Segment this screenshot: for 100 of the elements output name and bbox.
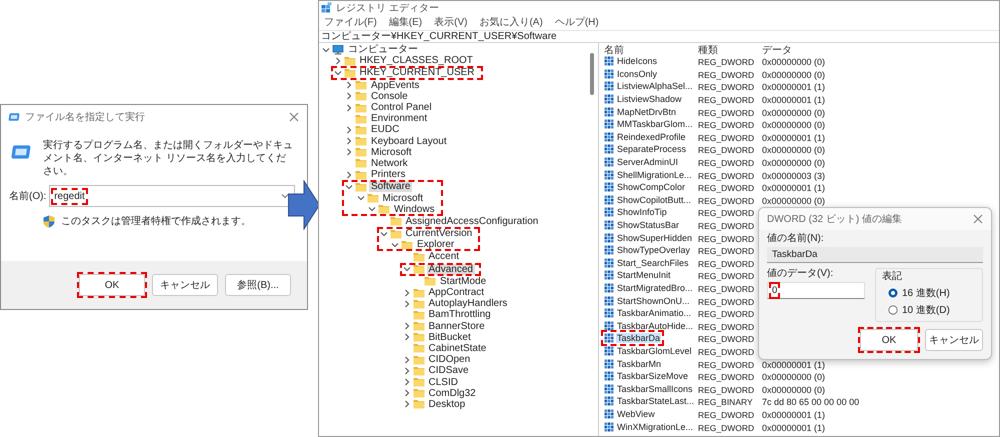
value-name[interactable]: TaskbarAutoHide... bbox=[616, 320, 694, 331]
chevron-right-icon[interactable] bbox=[402, 288, 410, 297]
tree-item[interactable]: Windows bbox=[392, 204, 437, 215]
tree-item[interactable]: Printers bbox=[369, 169, 408, 180]
tree-item[interactable]: BitBucket bbox=[426, 332, 473, 343]
tree-item[interactable]: Control Panel bbox=[369, 102, 434, 114]
radio-button[interactable]: 10 進数(D) bbox=[888, 303, 976, 317]
chevron-right-icon[interactable] bbox=[402, 322, 410, 330]
chevron-down-icon[interactable] bbox=[356, 194, 364, 202]
column-header[interactable]: 種類 bbox=[698, 43, 762, 56]
menu-item[interactable]: 表示(V) bbox=[434, 15, 468, 29]
value-name[interactable]: SeparateProcess bbox=[616, 144, 688, 154]
value-name[interactable]: ShowStatusBar bbox=[616, 220, 680, 230]
chevron-down-icon[interactable] bbox=[380, 230, 388, 238]
tree-item[interactable]: HKEY_CURRENT_USER bbox=[358, 67, 477, 78]
column-header[interactable]: 名前 bbox=[604, 43, 698, 56]
dialog-button[interactable]: キャンセル bbox=[925, 329, 983, 351]
value-name[interactable]: ListviewShadow bbox=[616, 94, 683, 104]
tree-item[interactable]: Microsoft bbox=[369, 146, 414, 158]
tree-item[interactable]: StartMode bbox=[438, 276, 488, 287]
address-field[interactable]: コンピューター¥HKEY_CURRENT_USER¥Software bbox=[319, 30, 999, 43]
chevron-right-icon[interactable] bbox=[334, 56, 342, 65]
tree-item[interactable]: Desktop bbox=[426, 398, 468, 410]
tree-item[interactable]: Environment bbox=[369, 113, 430, 124]
radio-selected-icon[interactable] bbox=[888, 288, 898, 298]
value-name[interactable]: MapNetDrvBtn bbox=[616, 106, 678, 117]
chevron-right-icon[interactable] bbox=[402, 300, 410, 308]
tree-item[interactable]: Explorer bbox=[415, 239, 456, 250]
name-field[interactable]: regedit bbox=[49, 185, 295, 207]
radio-empty-icon[interactable] bbox=[888, 305, 898, 315]
value-name-field[interactable]: TaskbarDa bbox=[767, 247, 983, 263]
tree-item[interactable]: AssignedAccessConfiguration bbox=[404, 216, 540, 227]
chevron-right-icon[interactable] bbox=[402, 400, 410, 408]
tree-item[interactable]: Console bbox=[369, 90, 410, 102]
chevron-right-icon[interactable] bbox=[402, 378, 410, 386]
dialog-button[interactable]: OK bbox=[79, 274, 145, 296]
value-name[interactable]: ShowSuperHidden bbox=[616, 232, 694, 243]
value-name[interactable]: TaskbarDa bbox=[616, 333, 662, 344]
menu-item[interactable]: ファイル(F) bbox=[324, 15, 377, 29]
tree-item[interactable]: Keyboard Layout bbox=[369, 136, 449, 147]
value-data-field[interactable]: 0 bbox=[767, 282, 865, 299]
tree-item[interactable]: EUDC bbox=[369, 124, 402, 136]
tree-item[interactable]: CabinetState bbox=[426, 342, 488, 354]
tree-item[interactable]: BamThrottling bbox=[426, 309, 493, 320]
chevron-right-icon[interactable] bbox=[345, 137, 353, 146]
dialog-button[interactable]: 参照(B)... bbox=[225, 274, 291, 296]
menu-item[interactable]: 編集(E) bbox=[388, 15, 422, 29]
column-header[interactable]: データ bbox=[762, 43, 792, 56]
value-name[interactable]: Start_SearchFiles bbox=[616, 258, 690, 268]
tree-item[interactable]: HKEY_CLASSES_ROOT bbox=[358, 55, 475, 66]
tree-item[interactable]: Software bbox=[369, 181, 412, 192]
value-name[interactable]: TaskbarAnimatio... bbox=[616, 308, 692, 318]
tree-item[interactable]: AutoplayHandlers bbox=[426, 298, 510, 310]
value-name[interactable]: ListviewAlphaSel... bbox=[616, 81, 694, 92]
value-name[interactable]: TaskbarMn bbox=[616, 358, 662, 369]
value-name[interactable]: StartMenuInit bbox=[616, 270, 672, 280]
value-name[interactable]: TaskbarStateLast... bbox=[616, 396, 696, 406]
value-name[interactable]: WinXMigrationLe... bbox=[616, 422, 694, 432]
chevron-down-icon[interactable] bbox=[402, 265, 410, 274]
value-name[interactable]: ShowInfoTip bbox=[616, 207, 668, 218]
tree-item[interactable]: Accent bbox=[426, 251, 462, 262]
value-name[interactable]: ReindexedProfile bbox=[616, 132, 687, 142]
tree-item[interactable]: CurrentVersion bbox=[404, 228, 474, 240]
menu-item[interactable]: お気に入り(A) bbox=[479, 15, 543, 29]
value-name[interactable]: ShowCopilotButt... bbox=[616, 194, 692, 205]
chevron-right-icon[interactable] bbox=[345, 104, 353, 112]
tree-item[interactable]: Network bbox=[369, 158, 410, 169]
chevron-down-icon[interactable] bbox=[391, 240, 399, 249]
dialog-button[interactable]: OK bbox=[860, 329, 918, 351]
chevron-down-icon[interactable] bbox=[334, 68, 342, 77]
chevron-right-icon[interactable] bbox=[402, 389, 410, 398]
chevron-down-icon[interactable] bbox=[345, 182, 353, 191]
tree-item[interactable]: AppContract bbox=[426, 287, 486, 298]
tree-item[interactable]: CIDSave bbox=[426, 365, 471, 376]
close-icon[interactable] bbox=[289, 112, 299, 122]
value-name[interactable]: WebView bbox=[616, 408, 656, 419]
value-name[interactable]: IconsOnly bbox=[616, 68, 658, 79]
chevron-right-icon[interactable] bbox=[402, 356, 410, 364]
tree-item[interactable]: コンピューター bbox=[346, 44, 420, 56]
tree-item[interactable]: Microsoft bbox=[380, 192, 426, 204]
value-name[interactable]: TaskbarSizeMove bbox=[616, 371, 690, 382]
chevron-right-icon[interactable] bbox=[345, 148, 353, 156]
value-name[interactable]: ServerAdminUI bbox=[616, 157, 680, 168]
value-name[interactable]: TaskbarGlomLevel bbox=[616, 346, 693, 356]
value-name[interactable]: MMTaskbarGlom... bbox=[616, 119, 694, 130]
chevron-down-icon[interactable] bbox=[281, 192, 289, 200]
value-name[interactable]: ShowCompColor bbox=[616, 182, 686, 192]
scrollbar-thumb[interactable] bbox=[590, 53, 594, 95]
value-name[interactable]: ShowTypeOverlay bbox=[616, 245, 692, 256]
close-icon[interactable] bbox=[973, 214, 983, 224]
value-name[interactable]: StartMigratedBro... bbox=[616, 282, 694, 293]
chevron-right-icon[interactable] bbox=[345, 126, 353, 134]
tree-item[interactable]: CIDOpen bbox=[426, 354, 472, 366]
tree-item[interactable]: ComDlg32 bbox=[426, 388, 478, 399]
menu-item[interactable]: ヘルプ(H) bbox=[554, 15, 599, 29]
tree-item[interactable]: BannerStore bbox=[426, 320, 487, 332]
tree-item[interactable]: Advanced bbox=[426, 264, 475, 275]
chevron-right-icon[interactable] bbox=[402, 333, 410, 342]
chevron-right-icon[interactable] bbox=[345, 92, 353, 100]
tree-item[interactable]: CLSID bbox=[426, 376, 460, 388]
